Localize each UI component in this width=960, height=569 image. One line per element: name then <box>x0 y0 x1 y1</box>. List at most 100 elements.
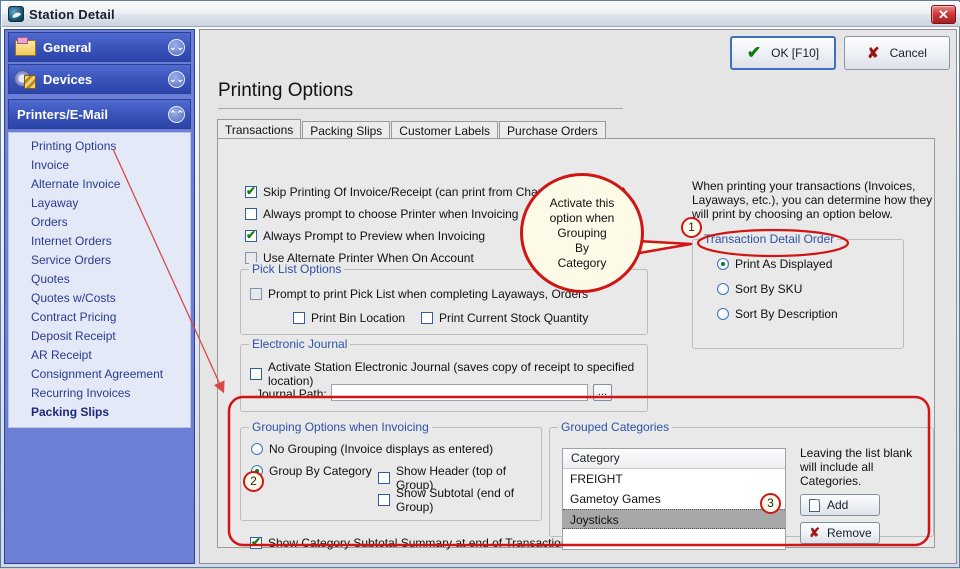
checkbox-icon[interactable] <box>245 228 257 242</box>
list-item[interactable] <box>563 529 785 549</box>
app-icon <box>8 6 24 22</box>
sidebar-item-deposit-receipt[interactable]: Deposit Receipt <box>9 327 190 346</box>
checkbox-icon[interactable] <box>378 472 390 484</box>
sidebar-item-ar-receipt[interactable]: AR Receipt <box>9 346 190 365</box>
checkbox-icon[interactable] <box>250 368 262 380</box>
chevron-down-icon[interactable]: ⌄⌄ <box>168 39 185 56</box>
document-icon <box>809 498 820 512</box>
radio-group-by-category[interactable]: Group By Category <box>251 464 372 478</box>
marker-2: 2 <box>243 471 264 492</box>
checkbox-label: Print Bin Location <box>311 311 406 325</box>
journal-path-input[interactable] <box>331 384 588 401</box>
radio-label: Sort By SKU <box>735 282 803 296</box>
checkbox-show-category-subtotal-summary[interactable]: Show Category Subtotal Summary at end of… <box>250 535 568 550</box>
checkbox-icon[interactable] <box>421 312 433 324</box>
remove-category-button[interactable]: ✘ Remove <box>800 522 880 544</box>
radio-label: No Grouping (Invoice displays as entered… <box>269 442 494 456</box>
callout-line: option when <box>549 210 615 225</box>
radio-icon[interactable] <box>717 308 729 320</box>
list-item[interactable]: Gametoy Games <box>563 489 785 509</box>
checkbox-prompt-choose-printer[interactable]: Always prompt to choose Printer when Inv… <box>245 207 518 221</box>
checkbox-print-current-stock[interactable]: Print Current Stock Quantity <box>421 311 588 325</box>
checkbox-icon[interactable] <box>250 288 262 300</box>
callout-line: Grouping <box>557 225 607 240</box>
close-icon[interactable]: ✕ <box>931 5 956 24</box>
sidebar-item-orders[interactable]: Orders <box>9 213 190 232</box>
cancel-button-label: Cancel <box>889 46 927 60</box>
callout-line: Category <box>557 255 607 270</box>
radio-icon[interactable] <box>717 258 729 270</box>
chevron-down-icon[interactable]: ⌄⌄ <box>168 71 185 88</box>
sidebar-item-layaway[interactable]: Layaway <box>9 194 190 213</box>
group-legend: Pick List Options <box>249 262 345 276</box>
radio-label: Print As Displayed <box>735 257 833 271</box>
list-item[interactable]: Joysticks <box>563 509 785 529</box>
station-detail-window: Station Detail ✕ General ⌄⌄ Devices ⌄⌄ P… <box>0 0 960 568</box>
check-icon: ✔ <box>746 43 762 62</box>
checkbox-label: Always prompt to choose Printer when Inv… <box>263 207 519 221</box>
folder-icon <box>13 36 37 58</box>
checkbox-icon[interactable] <box>245 184 257 198</box>
sidebar-section-label: Devices <box>43 71 93 87</box>
close-x-icon: ✘ <box>867 45 880 62</box>
radio-icon[interactable] <box>251 443 263 455</box>
radio-no-grouping[interactable]: No Grouping (Invoice displays as entered… <box>251 442 493 456</box>
ok-button[interactable]: ✔ OK [F10] <box>730 36 836 70</box>
radio-label: Sort By Description <box>735 307 838 321</box>
add-category-button[interactable]: Add <box>800 494 880 516</box>
callout-line: Activate this <box>549 195 615 210</box>
gear-icon <box>13 68 37 90</box>
group-legend: Grouped Categories <box>558 420 673 434</box>
sidebar-item-internet-orders[interactable]: Internet Orders <box>9 232 190 251</box>
main-panel: ✔ OK [F10] ✘ Cancel Printing Options Tra… <box>199 29 957 564</box>
dialog-buttons: ✔ OK [F10] ✘ Cancel <box>730 36 950 70</box>
title-bar: Station Detail ✕ <box>2 2 960 27</box>
ok-button-label: OK [F10] <box>771 46 820 60</box>
page-title: Printing Options <box>218 80 354 101</box>
journal-path-label: Journal Path: <box>256 387 327 401</box>
radio-sort-by-description[interactable]: Sort By Description <box>717 307 838 321</box>
sidebar-section-printers-email[interactable]: Printers/E-Mail ⌃⌃ <box>8 99 191 129</box>
sidebar-section-general[interactable]: General ⌄⌄ <box>8 32 191 62</box>
sidebar-item-recurring-invoices[interactable]: Recurring Invoices <box>9 384 190 403</box>
radio-icon[interactable] <box>717 283 729 295</box>
checkbox-prompt-pick-list[interactable]: Prompt to print Pick List when completin… <box>250 287 588 301</box>
checkbox-label: Always Prompt to Preview when Invoicing <box>263 229 486 243</box>
group-legend: Electronic Journal <box>249 337 351 351</box>
checkbox-prompt-preview[interactable]: Always Prompt to Preview when Invoicing <box>245 228 486 243</box>
sidebar-item-printing-options[interactable]: Printing Options <box>9 137 190 156</box>
sidebar-item-alternate-invoice[interactable]: Alternate Invoice <box>9 175 190 194</box>
sidebar-item-packing-slips[interactable]: Packing Slips <box>9 403 190 422</box>
remove-button-label: Remove <box>827 526 872 540</box>
add-button-label: Add <box>827 498 849 512</box>
divider <box>218 108 623 109</box>
sidebar-section-devices[interactable]: Devices ⌄⌄ <box>8 64 191 94</box>
list-item[interactable]: FREIGHT <box>563 469 785 489</box>
group-electronic-journal: Electronic Journal Activate Station Elec… <box>240 337 648 412</box>
radio-print-as-displayed[interactable]: Print As Displayed <box>717 257 832 271</box>
cancel-button[interactable]: ✘ Cancel <box>844 36 950 70</box>
checkbox-icon[interactable] <box>293 312 305 324</box>
sidebar-item-consignment-agreement[interactable]: Consignment Agreement <box>9 365 190 384</box>
checkbox-show-subtotal[interactable]: Show Subtotal (end of Group) <box>378 486 541 514</box>
checkbox-label: Print Current Stock Quantity <box>439 311 589 325</box>
sidebar-item-service-orders[interactable]: Service Orders <box>9 251 190 270</box>
group-grouping-options: Grouping Options when Invoicing No Group… <box>240 420 542 521</box>
sidebar-item-quotes-w-costs[interactable]: Quotes w/Costs <box>9 289 190 308</box>
radio-sort-by-sku[interactable]: Sort By SKU <box>717 282 802 296</box>
journal-path-browse-button[interactable]: ... <box>593 384 612 401</box>
sidebar-item-contract-pricing[interactable]: Contract Pricing <box>9 308 190 327</box>
tab-bar: Transactions Packing Slips Customer Labe… <box>217 119 607 140</box>
checkbox-icon[interactable] <box>378 494 390 506</box>
window-title: Station Detail <box>29 6 115 22</box>
sidebar-item-invoice[interactable]: Invoice <box>9 156 190 175</box>
sidebar-item-list: Printing Options Invoice Alternate Invoi… <box>8 132 191 428</box>
checkbox-print-bin-location[interactable]: Print Bin Location <box>293 311 405 325</box>
checkbox-icon[interactable] <box>250 535 262 549</box>
chevron-up-icon[interactable]: ⌃⌃ <box>168 106 185 123</box>
tab-transactions[interactable]: Transactions <box>217 119 302 140</box>
checkbox-icon[interactable] <box>245 208 257 220</box>
sidebar-item-quotes[interactable]: Quotes <box>9 270 190 289</box>
category-listbox[interactable]: Category FREIGHT Gametoy Games Joysticks <box>562 448 786 550</box>
category-column-header: Category <box>563 449 785 469</box>
